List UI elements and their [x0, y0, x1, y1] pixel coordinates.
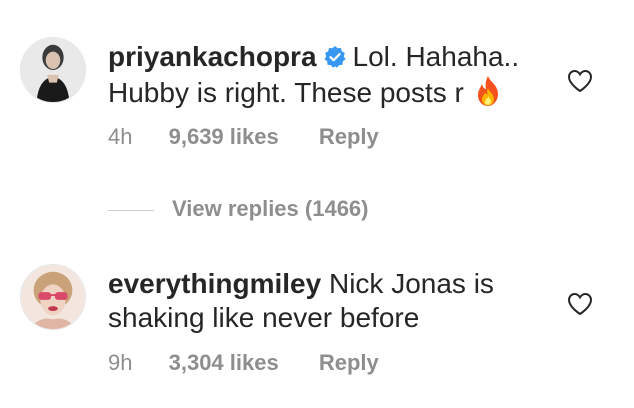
avatar-image	[21, 265, 85, 329]
avatar-image	[21, 38, 85, 102]
avatar-priyankachopra[interactable]	[20, 37, 86, 103]
timestamp: 4h	[108, 124, 133, 149]
comment-line-1: Lol. Hahaha..	[352, 41, 520, 72]
view-replies-label: View replies (1466)	[172, 196, 369, 221]
likes-count[interactable]: 3,304 likes	[169, 350, 279, 376]
comment-meta: 9h 3,304 likes Reply	[108, 350, 379, 376]
comment-text-line-2: shaking like never before	[108, 301, 419, 335]
reply-button[interactable]: Reply	[319, 350, 379, 376]
comment-priyankachopra: priyankachopra Lol. Hahaha.. Hubby is ri…	[0, 0, 634, 190]
username[interactable]: priyankachopra	[108, 41, 317, 72]
comment-text: everythingmiley Nick Jonas is	[108, 267, 494, 301]
verified-badge-icon	[324, 46, 346, 68]
view-replies-button[interactable]: View replies (1466)	[108, 196, 369, 226]
reply-button[interactable]: Reply	[319, 124, 379, 150]
likes-count[interactable]: 9,639 likes	[169, 124, 279, 150]
comment-line-2: Hubby is right. These posts r	[108, 77, 464, 108]
view-replies-divider	[108, 209, 154, 211]
comment-meta: 4h 9,639 likes Reply	[108, 124, 379, 150]
heart-outline-icon[interactable]	[567, 292, 593, 316]
comment-text-line-2: Hubby is right. These posts r	[108, 75, 502, 110]
timestamp: 9h	[108, 350, 133, 375]
comment-line-2: shaking like never before	[108, 302, 420, 333]
avatar-everythingmiley[interactable]	[20, 264, 86, 330]
comment-everythingmiley: everythingmiley Nick Jonas is shaking li…	[0, 240, 634, 408]
heart-outline-icon[interactable]	[567, 69, 593, 93]
comment-line-1: Nick Jonas is	[328, 268, 494, 299]
comment-text: priyankachopra Lol. Hahaha..	[108, 40, 519, 74]
username[interactable]: everythingmiley	[108, 268, 321, 299]
fire-emoji-icon	[477, 76, 498, 106]
